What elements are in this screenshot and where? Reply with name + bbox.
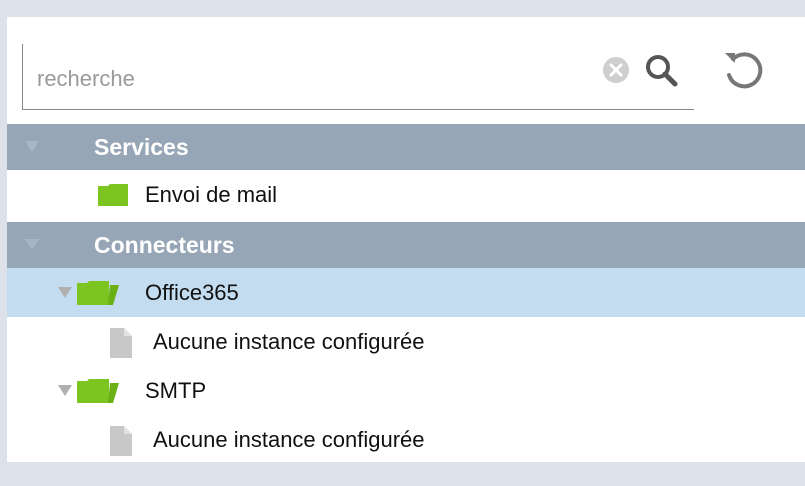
- tree-item-label: Aucune instance configurée: [153, 329, 425, 354]
- tree-item-label: SMTP: [145, 378, 207, 403]
- section-header-services[interactable]: Services: [7, 124, 805, 170]
- tree-item-smtp[interactable]: SMTP: [7, 366, 805, 415]
- document-icon: [110, 328, 132, 358]
- search-field-frame: [22, 44, 694, 110]
- tree-item-office365[interactable]: Office365: [7, 268, 805, 317]
- section-title-connecteurs: Connecteurs: [94, 232, 235, 258]
- tree-item-smtp-instance[interactable]: Aucune instance configurée: [7, 415, 805, 464]
- open-folder-icon: [77, 379, 119, 403]
- tree-item-label: Envoi de mail: [145, 182, 278, 207]
- collapse-arrow-icon[interactable]: [25, 239, 39, 251]
- search-input[interactable]: [37, 64, 577, 94]
- collapse-arrow-icon[interactable]: [25, 141, 39, 153]
- expand-arrow-icon[interactable]: [58, 287, 72, 299]
- search-bar: [7, 17, 805, 124]
- section-header-connecteurs[interactable]: Connecteurs: [7, 222, 805, 268]
- tree-item-office365-instance[interactable]: Aucune instance configurée: [7, 317, 805, 366]
- folder-icon: [98, 184, 128, 206]
- clear-icon[interactable]: [602, 56, 630, 84]
- tree-item-label: Office365: [145, 280, 239, 305]
- section-title-services: Services: [94, 134, 189, 160]
- open-folder-icon: [77, 281, 119, 305]
- expand-arrow-icon[interactable]: [58, 385, 72, 397]
- tree-item-label: Aucune instance configurée: [153, 427, 425, 452]
- refresh-icon[interactable]: [719, 47, 767, 93]
- document-icon: [110, 426, 132, 456]
- search-icon[interactable]: [644, 53, 678, 87]
- services-panel: Services Envoi de mail Connecteurs Offic…: [7, 17, 805, 462]
- tree-item-envoi-de-mail[interactable]: Envoi de mail: [7, 170, 805, 219]
